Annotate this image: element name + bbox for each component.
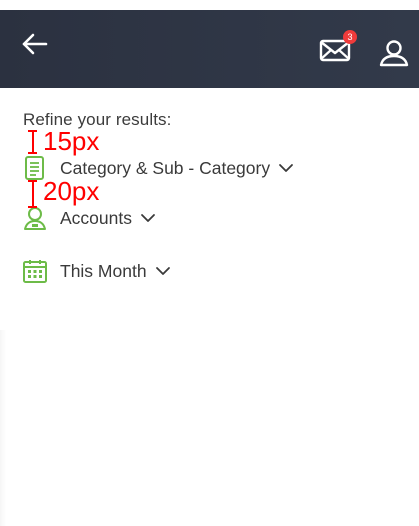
profile-button[interactable] xyxy=(374,38,414,68)
screen: 3 Refine your results: Category & Sub - … xyxy=(0,0,419,526)
calendar-icon xyxy=(23,260,47,283)
panel-edge-shadow xyxy=(0,330,6,526)
user-account-icon xyxy=(24,207,46,230)
chevron-down-icon xyxy=(155,267,170,275)
user-profile-icon xyxy=(379,40,409,67)
spacing-annotation: 20px xyxy=(43,176,100,206)
back-arrow-icon xyxy=(22,33,48,55)
filter-accounts-label: Accounts xyxy=(60,207,132,228)
spacing-marker xyxy=(28,130,37,154)
spacing-marker xyxy=(28,180,37,208)
app-header xyxy=(0,10,419,88)
notification-badge: 3 xyxy=(343,30,357,44)
chevron-down-icon xyxy=(279,164,294,172)
spacing-annotation: 15px xyxy=(43,126,100,156)
chevron-down-icon xyxy=(141,214,155,222)
filter-date-range-label: This Month xyxy=(60,260,147,281)
filter-date-range[interactable]: This Month xyxy=(22,258,171,284)
filter-accounts[interactable]: Accounts xyxy=(22,205,156,231)
top-strip xyxy=(0,0,419,10)
back-button[interactable] xyxy=(20,30,56,58)
